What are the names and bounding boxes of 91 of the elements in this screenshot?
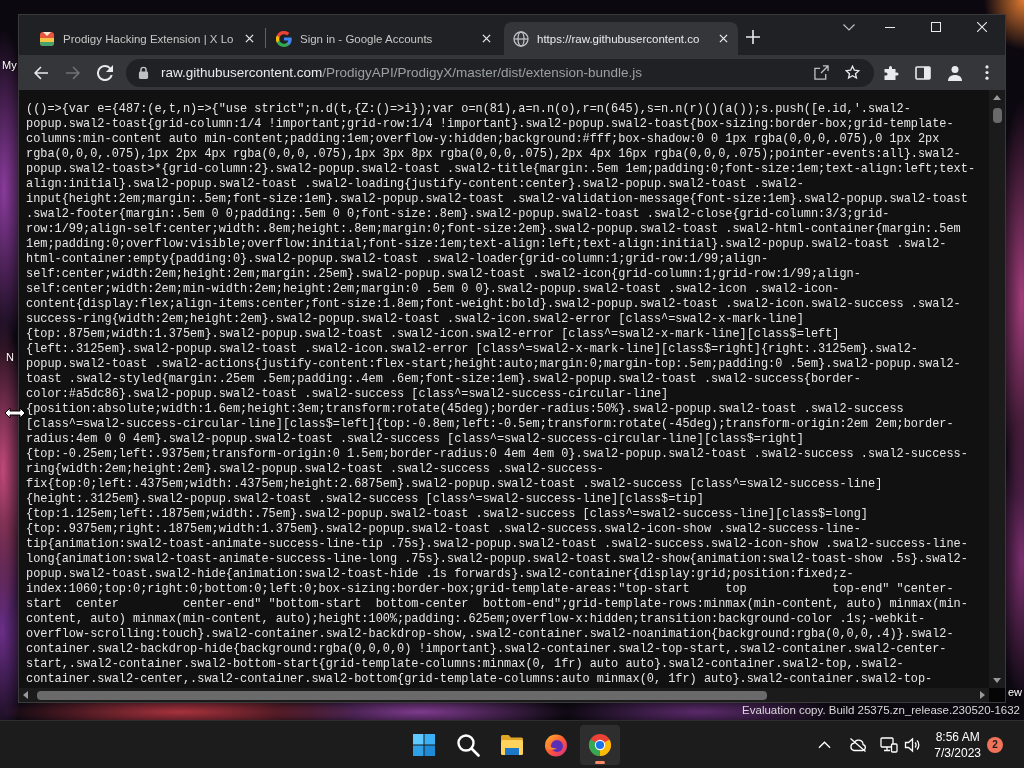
code-line: container.swal2-backdrop-hide{background:rgba(0,0,0,0) !important}.swal2-container.swal2-top-start,.swal2-container.swal2-center- (26, 642, 947, 657)
app-favicon-icon (39, 30, 55, 47)
scroll-up-arrow-icon[interactable] (993, 95, 1001, 100)
code-line: {position:absolute;width:1.6em;height:3em;transform:rotate(45deg);border-radius:50%}.swal2-popup.swal2-toast .swal2-success (26, 402, 904, 417)
close-icon[interactable] (245, 34, 254, 43)
back-arrow-icon[interactable] (33, 64, 49, 81)
code-line: content{display:flex;align-items:center;font-size:1.8em;font-weight:bold}.swal2-popup.swal2-toast .swal2-icon.swal2-success .swal2- (26, 297, 961, 312)
lock-icon[interactable] (138, 66, 149, 79)
close-icon[interactable] (482, 34, 491, 43)
code-line: content, auto) minmax(min-content, auto);height:100%;padding:.625em;overflow-x:hidden;transition:background-color .1s;-webkit- (26, 612, 926, 627)
menu-icon[interactable] (985, 65, 989, 80)
close-icon[interactable] (719, 34, 728, 43)
round-browser-icon (588, 732, 612, 757)
profile-icon[interactable] (947, 64, 963, 81)
plus-icon[interactable] (746, 30, 760, 44)
code-line: columns:min-content auto min-content;padding:1em;overflow-y:hidden;background:#fff;box-shadow:0 0 1px rgba(0,0,0,.075),0 1px 2px (26, 132, 940, 147)
scroll-down-arrow-icon[interactable] (993, 678, 1001, 683)
code-line: radius:4em 0 0 4em}.swal2-popup.swal2-toast .swal2-success [class^=swal2-success-circular-line][class$=right] (26, 432, 804, 447)
vertical-scrollbar[interactable] (989, 90, 1005, 688)
code-line: toast .swal2-styled{margin:.25em .5em;padding:.4em .6em;font-size:1em}.swal2-popup.swal2-toast .swal2-success{border- (26, 372, 861, 387)
scroll-left-arrow-icon[interactable] (23, 691, 28, 699)
code-line: popup.swal2-toast.swal2-hide{animation:swal2-toast-hide .1s forwards}.swal2-container{display:grid;position:fixed;z- (26, 567, 854, 582)
code-line: 1em;padding:0;overflow:visible;overflow:initial;font-size:1em;text-align:left;text-align:initial}.swal2-popup.swal2-toast .swal2- (26, 237, 947, 252)
address-bar[interactable]: raw.githubusercontent.com/ProdigyAPI/ProdigyX/master/dist/extension-bundle.js (126, 58, 874, 87)
code-line: success-ring{width:2em;height:2em}.swal2-popup.swal2-toast .swal2-icon.swal2-error [class^=swal2-x-mark-line] (26, 312, 804, 327)
code-line: rgba(0,0,0,.075),1px 2px 4px rgba(0,0,0,.075),1px 3px 8px rgba(0,0,0,.075),2px 4px 16px rgba(0,0,0,.075);pointer-events:all}.swal2- (26, 147, 961, 162)
code-line: html-container:empty{padding:0}.swal2-popup.swal2-toast .swal2-loader{grid-column:1;grid-row:1/99;align- (26, 252, 769, 267)
browser-tab[interactable]: Sign in - Google Accounts (267, 22, 501, 55)
star-icon[interactable] (845, 65, 860, 80)
monitor-icon[interactable] (880, 736, 899, 753)
maximize-icon[interactable] (931, 22, 941, 32)
clock-date[interactable]: 7/3/2023 (934, 744, 981, 761)
code-line: ring{width:2em;height:2em}.swal2-popup.swal2-toast .swal2-success .swal2-success- (26, 462, 604, 477)
code-line: {height:.3125em}.swal2-popup.swal2-toast .swal2-success [class^=swal2-success-line][class$=tip] (26, 492, 704, 507)
code-line: popup.swal2-toast{grid-column:1/4 !important;grid-row:1/4 !important}.swal2-popup.swal2-toast{box-sizing:border-box;grid-template- (26, 117, 954, 132)
code-line: {top:.875em;width:1.375em}.swal2-popup.swal2-toast .swal2-icon.swal2-error [class^=swal2-x-mark-line][class$=left] (26, 327, 840, 342)
code-line: {top:-0.25em;left:.9375em;transform-origin:0 1.5em;border-radius:0 4em 4em 0}.swal2-popup.swal2-toast .swal2-success .swal2-success- (26, 447, 968, 462)
browser-tab[interactable]: https://raw.githubusercontent.co (504, 22, 738, 55)
code-line: long{animation:swal2-toast-animate-success-line-long .75s}.swal2-popup.swal2-toast.swal2-show{animation:swal2-toast-show .5s}.swal2- (26, 552, 968, 567)
code-line: {top:.9375em;right:.1875em;width:1.375em}.swal2-popup.swal2-toast .swal2-success.swal2-icon-show .swal2-success-line- (26, 522, 861, 537)
desktop-icon-label[interactable]: N (6, 351, 14, 364)
code-line: fix{top:0;left:.4375em;width:.4375em;height:2.6875em}.swal2-popup.swal2-toast .swal2-success [class^=swal2-success-line] (26, 477, 883, 492)
side-panel-icon[interactable] (915, 64, 931, 81)
code-line: row:1/99;align-self:center;width:.8em;height:.8em;margin:0;font-size:2em}.swal2-popup.swal2-toast .swal2-html-container{margin:.5em (26, 222, 961, 237)
speaker-icon[interactable] (904, 736, 921, 753)
desktop-icon-label[interactable]: ew (1008, 686, 1023, 699)
search-icon (456, 732, 480, 757)
horizontal-scrollbar[interactable] (19, 688, 989, 702)
notification-badge[interactable]: 2 (987, 736, 1003, 753)
code-line: {top:1.125em;left:.1875em;width:.75em}.swal2-popup.swal2-toast .swal2-success [class^=swal2-success-line][class$=long] (26, 507, 868, 522)
code-line: tip{animation:swal2-toast-animate-success-line-tip .75s}.swal2-popup.swal2-toast .swal2-success.swal2-icon-show .swal2-success-line- (26, 537, 968, 552)
code-line: self:center;width:2em;min-width:2em;height:2em;margin:0 .5em 0 0}.swal2-popup.swal2-toast .swal2-icon .swal2-icon- (26, 282, 840, 297)
fox-browser-icon (544, 732, 568, 757)
reload-icon[interactable] (97, 64, 113, 81)
code-line: color:#a5dc86}.swal2-popup.swal2-toast .swal2-success [class^=swal2-success-circular-line] (26, 387, 669, 402)
code-line: (()=>{var e={487:(e,t,n)=>{"use strict";n.d(t,{Z:()=>i});var o=n(81),a=n.n(o),r=n(645),s=n.n(r)()(a());s.push([e.id,'.swal2- (26, 102, 911, 117)
cloud-off-icon[interactable] (849, 736, 868, 753)
active-indicator (595, 760, 605, 764)
globe-icon (513, 30, 529, 47)
folder-icon (500, 732, 524, 757)
scrollbar-thumb[interactable] (37, 690, 767, 700)
code-line: {left:.3125em}.swal2-popup.swal2-toast .swal2-icon.swal2-error [class^=swal2-x-mark-line][class$=right]{right:.3125em}.swal2- (26, 342, 918, 357)
google-g-icon (276, 30, 292, 47)
resize-cursor-icon (4, 407, 26, 419)
scrollbar-corner (989, 688, 1005, 702)
close-icon[interactable] (977, 22, 987, 32)
chevron-down-icon[interactable] (843, 23, 855, 31)
browser-tab[interactable]: Prodigy Hacking Extension | X Lo (30, 22, 264, 55)
scrollbar-thumb[interactable] (992, 108, 1002, 123)
code-line: [class^=swal2-success-circular-line][class$=left]{top:-0.8em;left:-0.5em;transform:rotate(-45deg);transform-origin:2em 2em;border- (26, 417, 954, 432)
share-icon[interactable] (814, 65, 829, 80)
minimize-icon[interactable] (885, 26, 895, 28)
start-icon (412, 732, 436, 757)
code-line: start,.swal2-container.swal2-bottom-start{grid-template-columns:minmax(0, 1fr) auto auto}.swal2-container.swal2-top,.swal2- (26, 657, 904, 672)
code-line: .swal2-footer{margin:.5em 0 0;padding:.5em 0 0;font-size:.8em}.swal2-popup.swal2-toast .swal2-close{grid-column:3/3;grid- (26, 207, 890, 222)
code-line: input{height:2em;margin:.5em;font-size:1em}.swal2-popup.swal2-toast .swal2-validation-message{font-size:1em}.swal2-popup.swal2-toast (26, 192, 968, 207)
code-line: index:1060;top:0;right:0;bottom:0;left:0;box-sizing:border-box;grid-template-areas:"top-start top top-end" "center- (26, 582, 954, 597)
code-line: popup.swal2-toast .swal2-actions{justify-content:flex-start;height:auto;margin:0;margin-top:.5em;padding:0 .5em}.swal2-popup.swal2- (26, 357, 961, 372)
code-line: overflow-scrolling:touch}.swal2-container.swal2-backdrop-show,.swal2-container.swal2-noanimation{background:rgba(0,0,0,.4)}.swal2- (26, 627, 954, 642)
clock-time[interactable]: 8:56 AM (935, 728, 980, 745)
code-line: start center center-end" "bottom-start bottom-center bottom-end";grid-template-rows:minmax(min-content, auto) minmax(min- (26, 597, 968, 612)
evaluation-watermark: Evaluation copy. Build 25375.zn_release.230520-1632 (742, 703, 1020, 717)
taskbar-button[interactable] (580, 724, 620, 765)
code-line: align:initial}.swal2-popup.swal2-toast .swal2-loading{justify-content:center}.swal2-popup.swal2-toast .swal2- (26, 177, 804, 192)
code-line: container.swal2-center,.swal2-container.swal2-bottom{grid-template-columns:auto minmax(0, 1fr) auto}.swal2-container.swal2-top- (26, 672, 933, 687)
chevron-up-icon[interactable] (818, 740, 832, 749)
scroll-right-arrow-icon[interactable] (980, 691, 985, 699)
code-line: popup.swal2-toast>*{grid-column:2}.swal2-popup.swal2-toast .swal2-title{margin:.5em 1em;padding:0;font-size:1em;text-align:left;text- (26, 162, 976, 177)
code-line: self:center;width:2em;height:2em;margin:.25em}.swal2-popup.swal2-toast .swal2-icon{grid-column:1;grid-row:1/99;align- (26, 267, 861, 282)
puzzle-icon[interactable] (883, 64, 899, 81)
desktop-icon-label[interactable]: My (2, 59, 17, 72)
